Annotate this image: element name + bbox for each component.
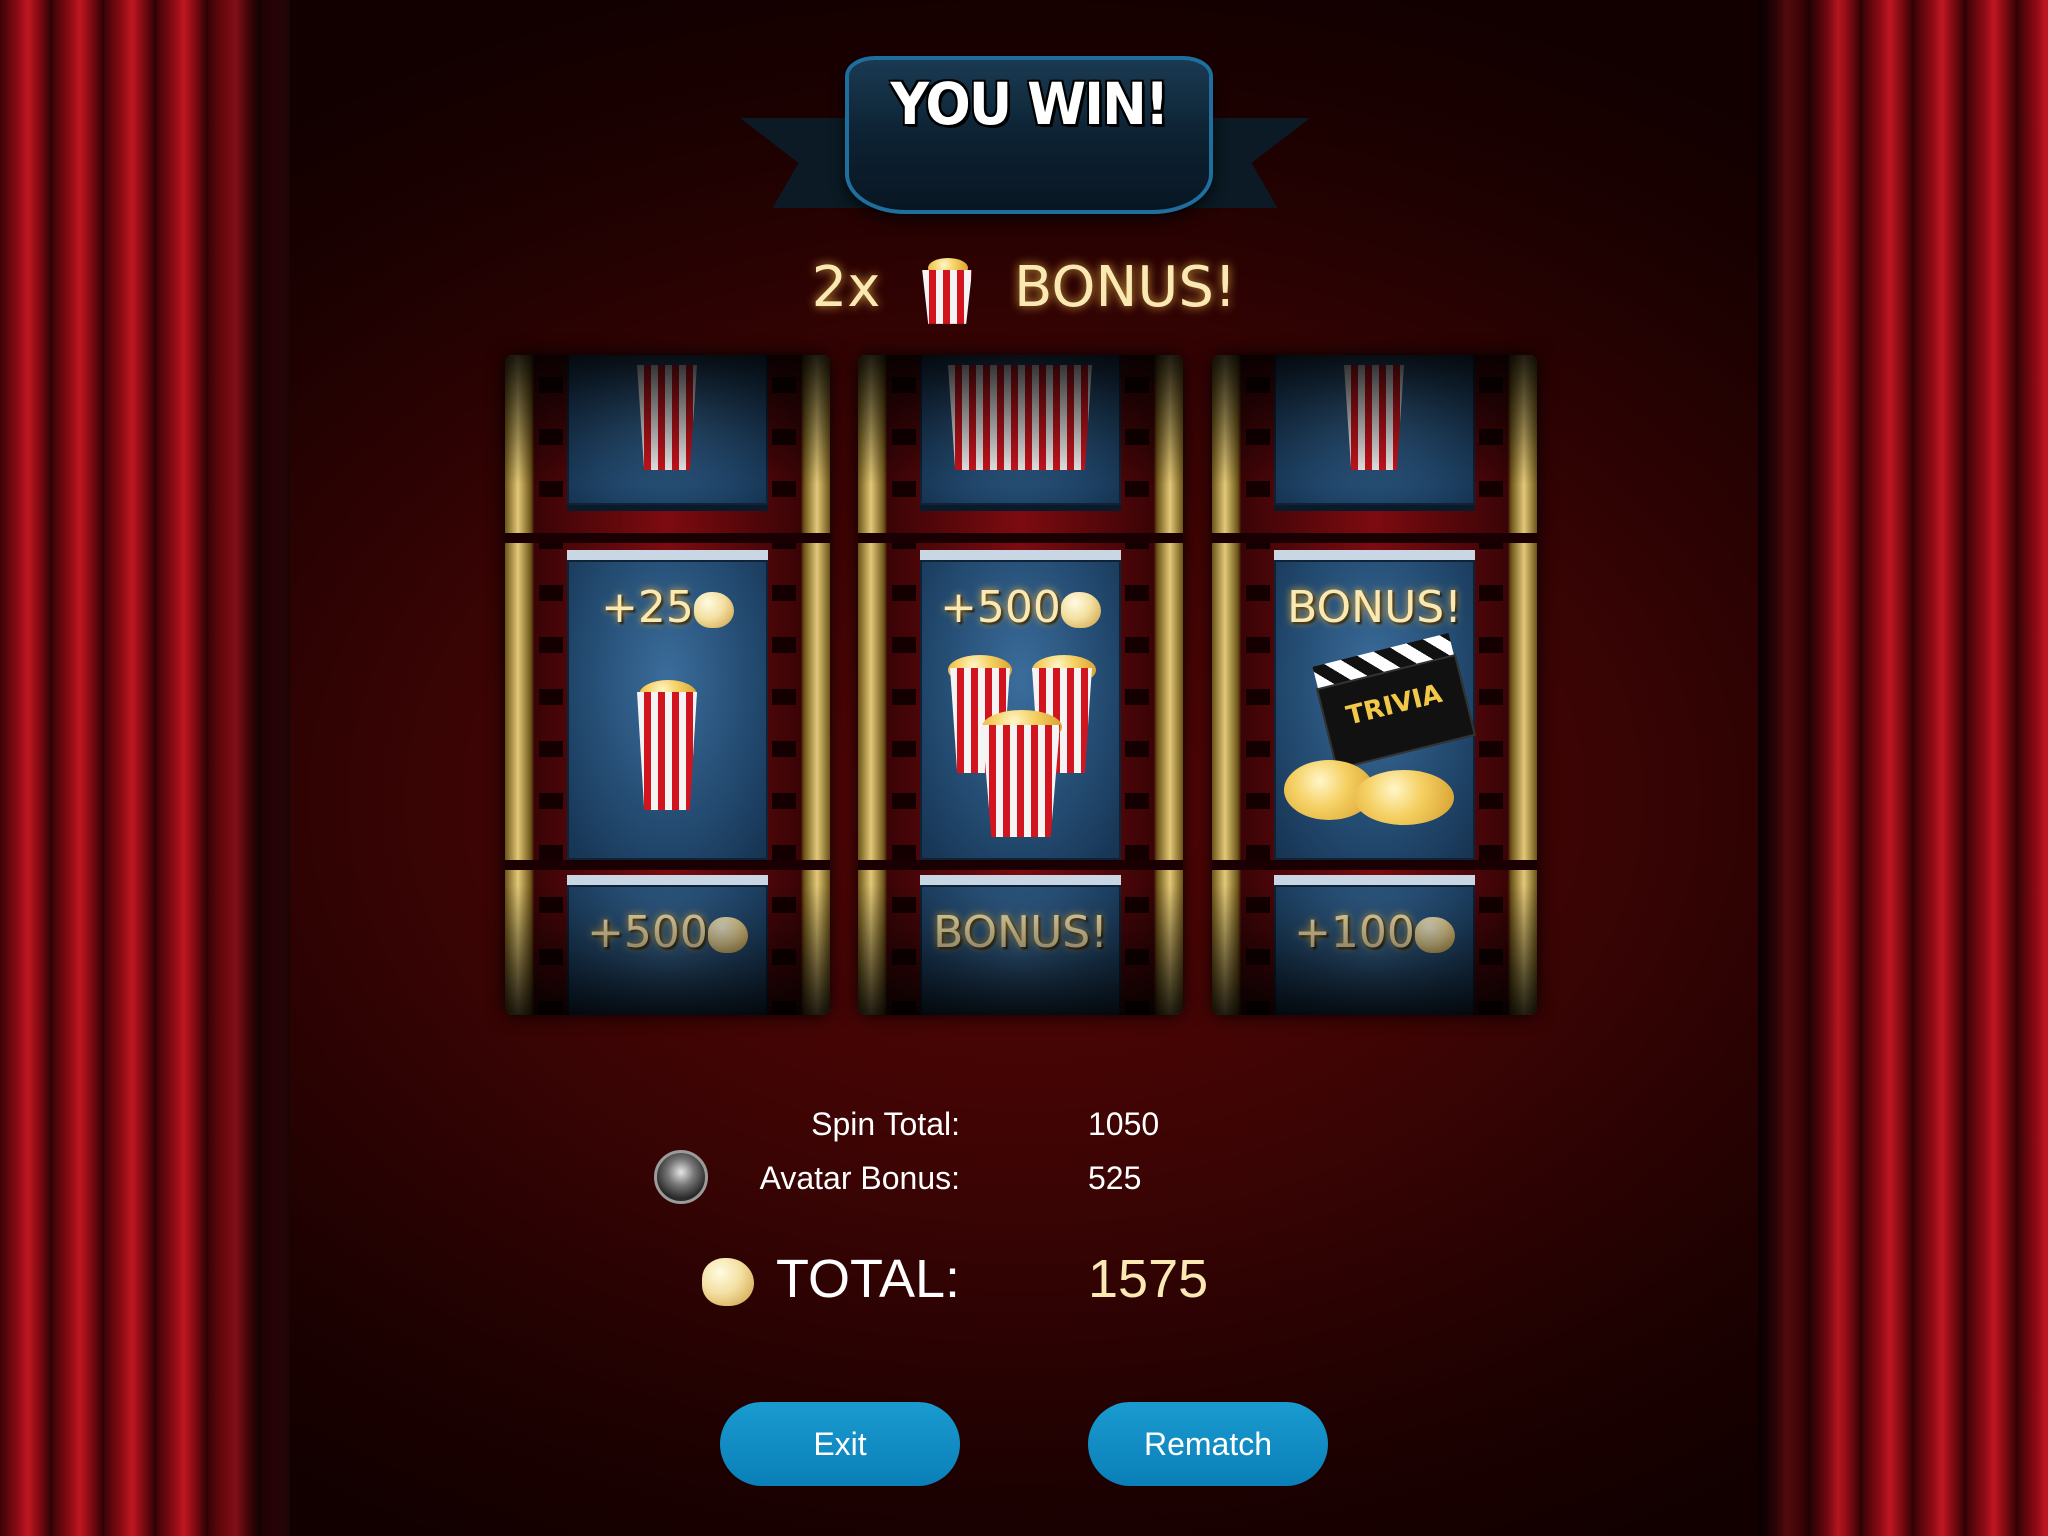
total-label: TOTAL: <box>775 1249 960 1309</box>
popcorn-kernel-icon <box>707 917 748 953</box>
popcorn-cup-icon <box>922 257 973 324</box>
total-value: 1575 <box>1088 1249 1209 1309</box>
avatar-icon <box>654 1150 708 1204</box>
reel-2-bottom-tile: BONUS! <box>920 875 1121 1015</box>
reel-2-bottom-label: BONUS! <box>933 907 1108 958</box>
reel-3-top-tile <box>1274 355 1475 511</box>
popcorn-kernel-icon <box>693 592 734 628</box>
rematch-button[interactable]: Rematch <box>1088 1402 1328 1486</box>
reel-3-bottom-label: +100 <box>1274 907 1475 958</box>
spin-total-label: Spin Total: <box>811 1106 960 1142</box>
reel-1-center-label: +25 <box>567 582 768 633</box>
reel-3-center-label: BONUS! <box>1287 582 1462 633</box>
reel-2-center-tile: +500 <box>920 550 1121 866</box>
bonus-text: BONUS! <box>1014 255 1237 320</box>
reel-1-top-tile <box>567 355 768 511</box>
reel-1-center-tile: +25 <box>567 550 768 866</box>
reel-3-center-tile: BONUS! TRIVIA <box>1274 550 1477 866</box>
popcorn-kernel-icon <box>702 1258 754 1306</box>
reel-1-bottom-tile: +500 <box>567 875 768 1015</box>
reel-2-top-tile <box>920 355 1121 511</box>
clapperboard-icon: TRIVIA <box>1312 632 1477 771</box>
reel-2-center-label: +500 <box>920 582 1121 633</box>
left-curtain <box>0 0 290 1536</box>
popcorn-kernel-icon <box>1060 592 1101 628</box>
spin-total-value: 1050 <box>1088 1106 1160 1142</box>
reel-3-bottom-tile: +100 <box>1274 875 1475 1015</box>
reel-1: +25 +500 <box>505 355 830 1015</box>
bonus-line: 2x BONUS! <box>0 255 2048 324</box>
popcorn-cup-icon <box>637 692 697 810</box>
popcorn-cup-icon <box>982 725 1060 837</box>
popcorn-cup-icon <box>1032 365 1092 470</box>
bonus-multiplier: 2x <box>811 255 881 320</box>
popcorn-cup-icon <box>1344 365 1404 470</box>
reel-2: +500 BONUS! <box>858 355 1183 1015</box>
trivia-badge: TRIVIA <box>1343 678 1446 732</box>
popcorn-kernel-icon <box>1414 917 1455 953</box>
reel-1-bottom-label: +500 <box>567 907 768 958</box>
banner-title: YOU WIN! <box>890 70 1169 138</box>
avatar-bonus-value: 525 <box>1088 1160 1142 1196</box>
reel-3: BONUS! TRIVIA +100 <box>1212 355 1537 1015</box>
win-banner: YOU WIN! <box>740 48 1310 238</box>
exit-button[interactable]: Exit <box>720 1402 960 1486</box>
slot-reels: +25 +500 +500 BONUS! BONUS! TRIVIA +100 <box>505 355 1537 1015</box>
avatar-bonus-label: Avatar Bonus: <box>759 1160 960 1196</box>
right-curtain <box>1758 0 2048 1536</box>
popcorn-cup-icon <box>637 365 697 470</box>
